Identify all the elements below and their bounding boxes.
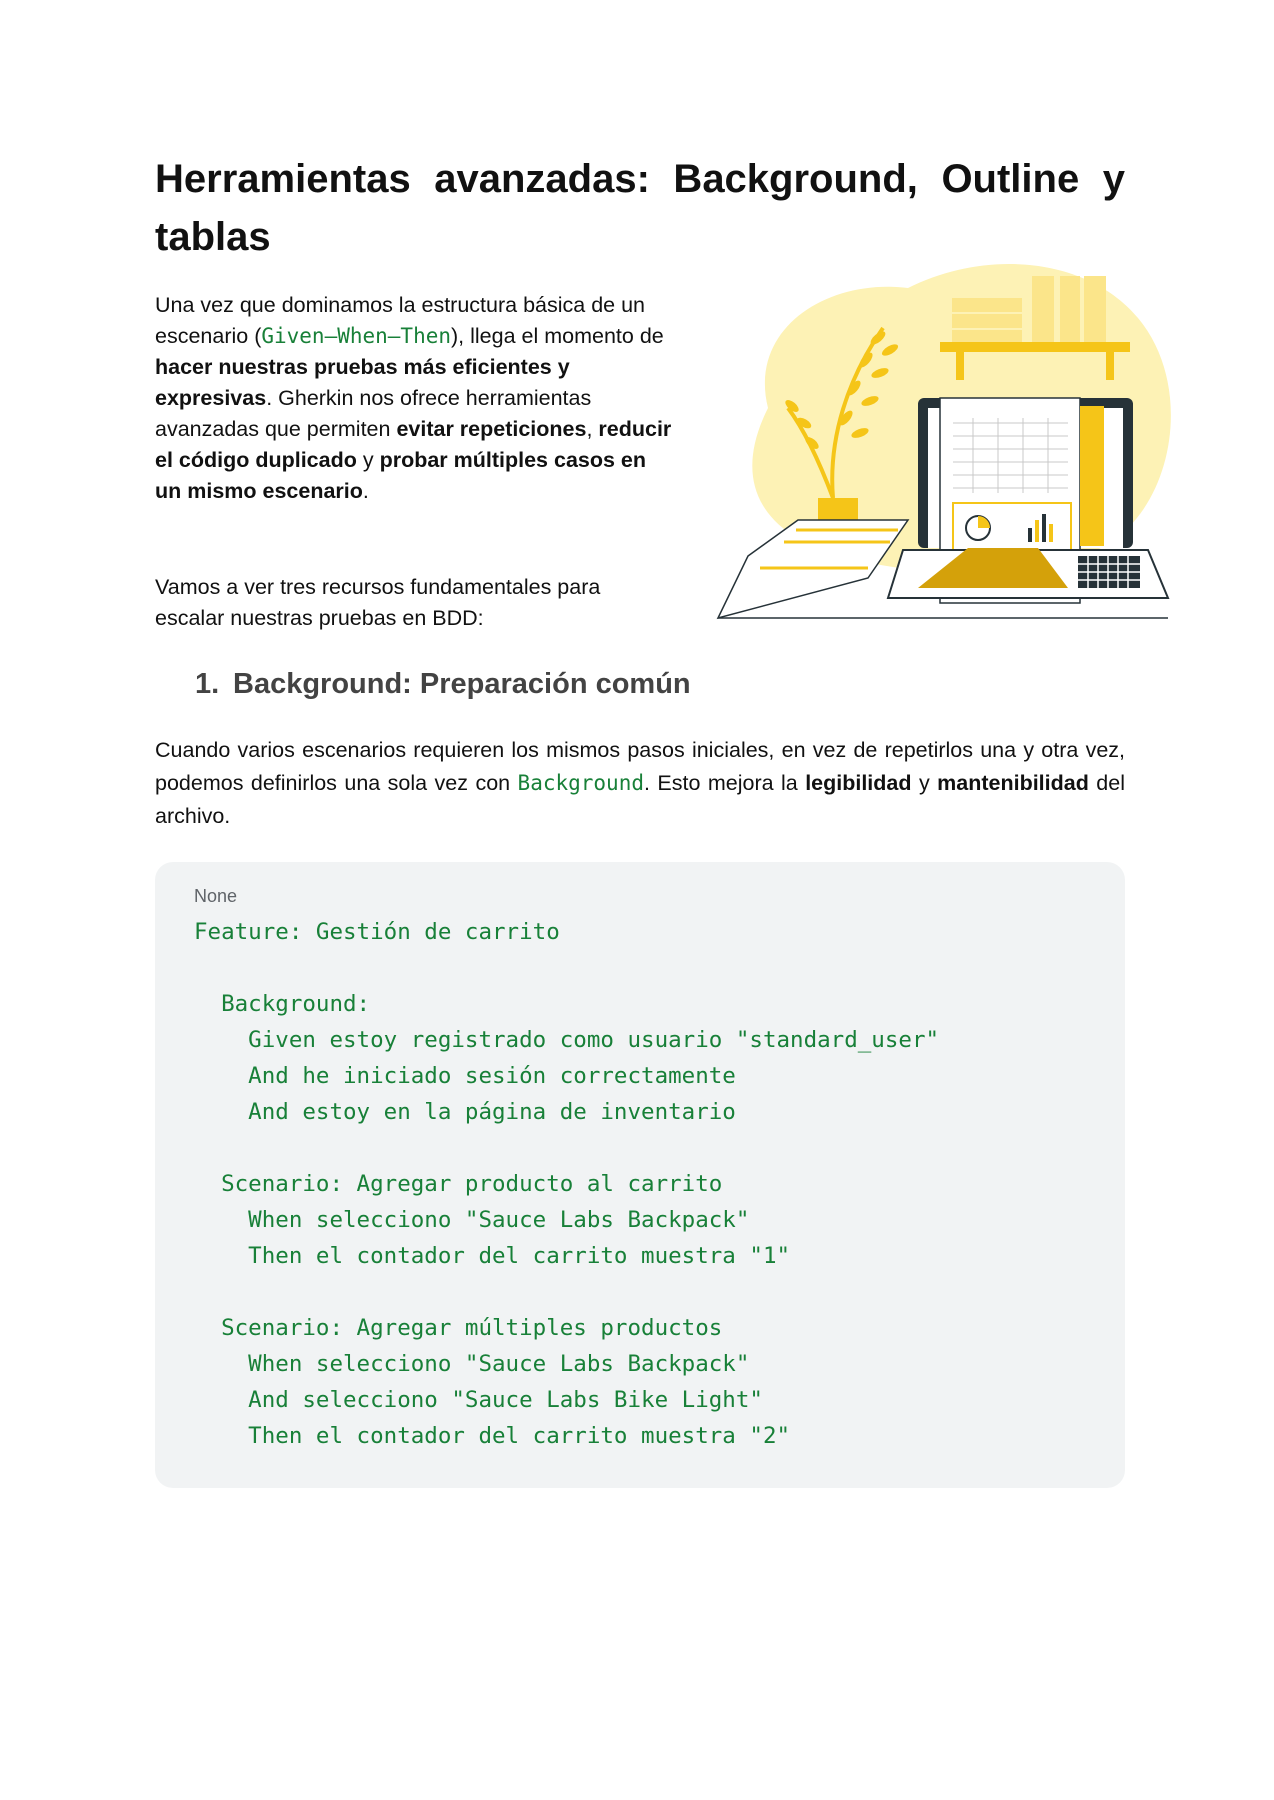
book <box>1060 276 1080 342</box>
intro-text: , <box>586 417 599 441</box>
section-number: 1. <box>195 668 220 700</box>
document-tab <box>1080 406 1104 546</box>
paragraph-bold: mantenibilidad <box>937 771 1089 795</box>
paragraph-bold: legibilidad <box>805 771 912 795</box>
bar-chart-icon <box>1035 520 1039 542</box>
background-paragraph: Cuando varios escenarios requieren los m… <box>155 734 1125 833</box>
bar-chart-icon <box>1049 524 1053 542</box>
bar-chart-icon <box>1028 528 1032 542</box>
intro-text: ), llega el momento de <box>451 324 664 348</box>
inline-code-background: Background <box>517 771 644 795</box>
book <box>952 298 1022 312</box>
section-heading-background: 1. Background: Preparación común <box>195 668 691 701</box>
inline-code-given-when-then: Given–When–Then <box>261 324 452 348</box>
intro-text: . <box>362 479 369 503</box>
section-title: Background: Preparación común <box>233 668 691 700</box>
bar-chart-icon <box>1042 514 1046 542</box>
paragraph-text: y <box>911 771 938 795</box>
book <box>952 314 1022 328</box>
shelf-bracket <box>1106 352 1114 380</box>
code-language-label: None <box>194 886 238 906</box>
intro-paragraph-2: Vamos a ver tres recursos fundamentales … <box>155 575 601 630</box>
shelf-bracket <box>956 352 964 380</box>
intro-text: y <box>356 448 380 472</box>
paragraph-text: . Esto mejora la <box>643 771 806 795</box>
book <box>1084 276 1106 342</box>
code-content: Feature: Gestión de carrito Background: … <box>194 919 940 1449</box>
book <box>952 330 1022 342</box>
page-title: Herramientas avanzadas: Background, Outl… <box>155 157 1125 259</box>
intro-bold: evitar repeticiones <box>396 417 587 441</box>
document-page: Herramientas avanzadas: Background, Outl… <box>0 0 1274 1800</box>
intro-paragraph: Una vez que dominamos la estructura bási… <box>155 290 675 507</box>
book <box>1032 276 1054 342</box>
code-block: None Feature: Gestión de carrito Backgro… <box>155 862 1125 1488</box>
laptop-spreadsheet-illustration <box>716 264 1171 620</box>
shelf-board <box>940 342 1130 352</box>
